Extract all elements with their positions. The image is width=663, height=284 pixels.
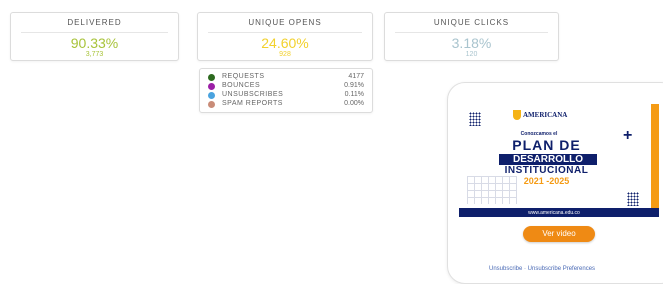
dot-pattern-icon xyxy=(469,112,481,126)
stat-name: SPAM REPORTS xyxy=(222,100,283,107)
card-label: DELIVERED xyxy=(67,18,122,27)
card-count: 928 xyxy=(279,51,291,58)
stat-name: REQUESTS xyxy=(222,73,265,80)
stat-row-bounces: BOUNCES 0.91% xyxy=(208,82,364,91)
card-count: 120 xyxy=(465,51,478,58)
stat-name: UNSUBSCRIBES xyxy=(222,91,284,98)
shield-icon xyxy=(513,110,521,120)
banner-desarrollo: DESARROLLO xyxy=(499,154,597,165)
banner-footer-bar: www.americana.edu.co xyxy=(459,208,659,217)
banner-plan-de: PLAN DE xyxy=(512,137,581,153)
footer-links[interactable]: Unsubscribe · Unsubscribe Preferences xyxy=(489,266,595,272)
divider xyxy=(395,32,548,33)
card-percentage: 3.18% xyxy=(451,35,492,51)
legend-dot-icon xyxy=(208,101,215,108)
unique-opens-card: UNIQUE OPENS 24.60% 928 xyxy=(197,12,373,61)
divider xyxy=(208,32,362,33)
unique-clicks-card: UNIQUE CLICKS 3.18% 120 xyxy=(384,12,559,61)
stat-row-requests: REQUESTS 4177 xyxy=(208,73,364,82)
logo-text: AMERICANA xyxy=(523,111,568,119)
dot-pattern-icon xyxy=(627,192,639,206)
card-label: UNIQUE CLICKS xyxy=(433,18,510,27)
banner-url: www.americana.edu.co xyxy=(528,210,580,216)
card-label: UNIQUE OPENS xyxy=(248,18,322,27)
delivered-card: DELIVERED 90.33% 3,773 xyxy=(10,12,179,61)
divider xyxy=(21,32,168,33)
stat-row-unsubscribes: UNSUBSCRIBES 0.11% xyxy=(208,91,364,100)
orange-stripe xyxy=(651,104,659,217)
banner-institucional: INSTITUCIONAL xyxy=(504,165,589,176)
card-percentage: 24.60% xyxy=(261,35,309,51)
legend-dot-icon xyxy=(208,74,215,81)
legend-dot-icon xyxy=(208,83,215,90)
americana-logo: AMERICANA xyxy=(513,109,567,121)
stat-value: 4177 xyxy=(348,73,364,80)
stat-value: 0.91% xyxy=(344,82,364,89)
stat-value: 0.11% xyxy=(344,91,364,98)
stat-value: 0.00% xyxy=(344,100,364,107)
email-banner-image: AMERICANA + Conozcamos el PLAN DE DESARR… xyxy=(459,104,659,217)
legend-dot-icon xyxy=(208,92,215,99)
stat-row-spam-reports: SPAM REPORTS 0.00% xyxy=(208,100,364,109)
banner-years: 2021 -2025 xyxy=(523,176,570,186)
stat-name: BOUNCES xyxy=(222,82,261,89)
card-count: 3,773 xyxy=(85,51,104,58)
card-percentage: 90.33% xyxy=(70,35,119,51)
ver-video-button[interactable]: Ver video xyxy=(523,226,595,242)
delivery-stats-panel: REQUESTS 4177 BOUNCES 0.91% UNSUBSCRIBES… xyxy=(199,68,373,113)
